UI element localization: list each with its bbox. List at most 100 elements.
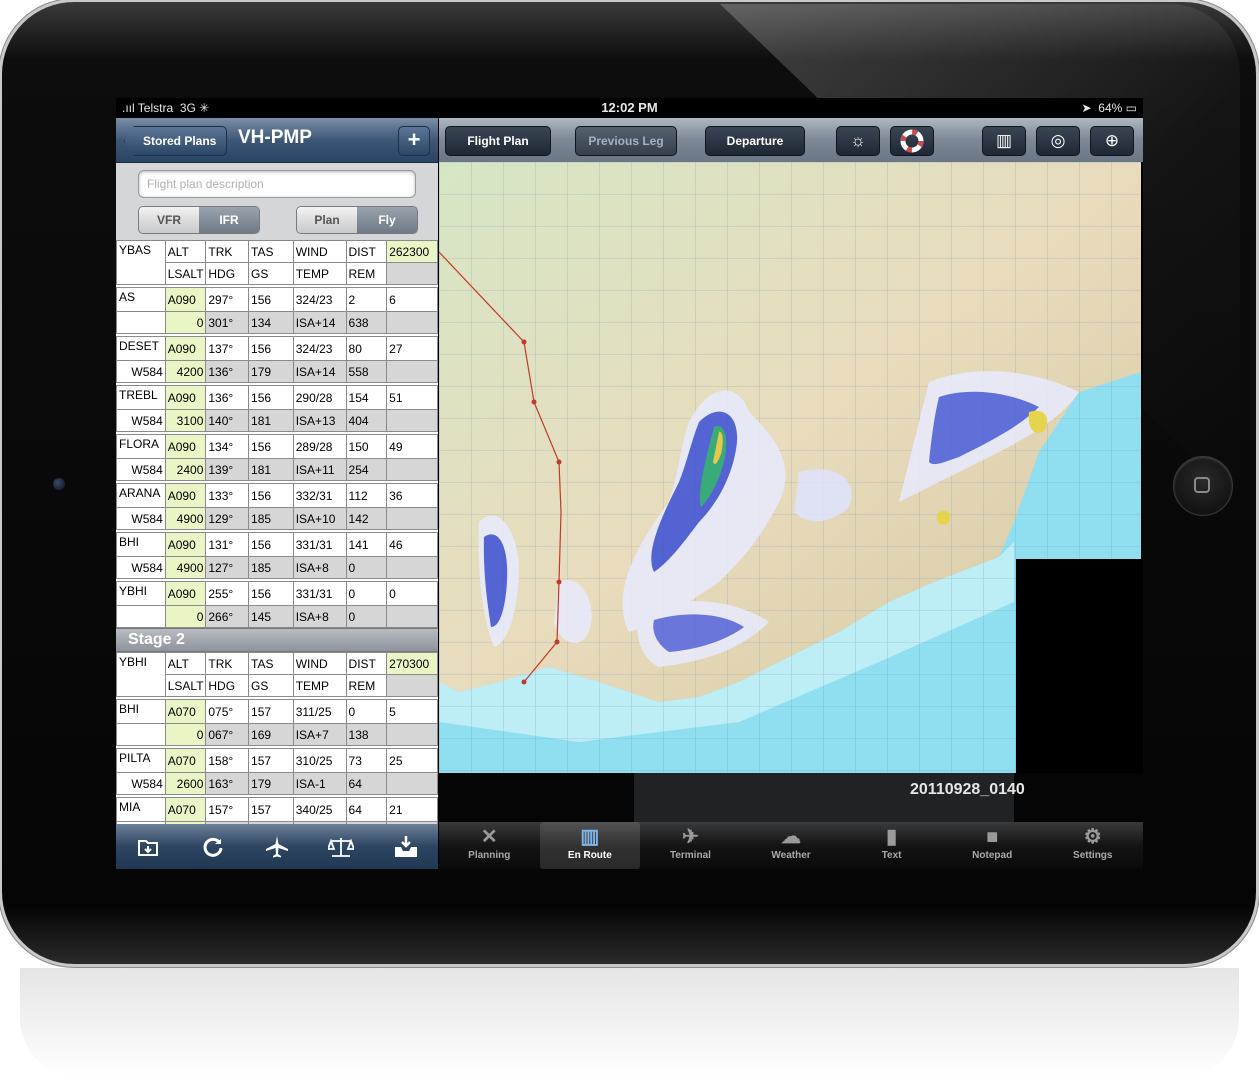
column-header: WIND <box>292 652 347 675</box>
fly-segment[interactable]: Fly <box>357 207 417 233</box>
flight-plan-description-input[interactable]: Flight plan description <box>138 170 416 198</box>
leg-value: ISA+10 <box>292 507 347 530</box>
lifebuoy-icon[interactable] <box>890 126 934 156</box>
leg-value: 331/31 <box>292 532 347 557</box>
table-row[interactable]: BHI A070 075° 157 311/25 0 5 <box>116 699 438 724</box>
leg-value: 64 <box>345 797 388 822</box>
map-canvas[interactable] <box>439 162 1143 822</box>
leg-value: 6 <box>386 287 438 312</box>
tab-settings[interactable]: ⚙ Settings <box>1042 822 1143 869</box>
airway-route: W584 <box>116 458 166 481</box>
en-route-map[interactable]: 20110928_0140 <box>439 162 1143 822</box>
column-header: TAS <box>248 240 294 263</box>
table-row[interactable]: W584 3100 140° 181 ISA+13 404 <box>116 409 438 432</box>
radar-timestamp: 20110928_0140 <box>910 781 1025 798</box>
uncovered-region-right <box>1016 559 1143 773</box>
waypoint-name[interactable]: MIA <box>116 797 166 822</box>
tab-weather[interactable]: ☁ Weather <box>741 822 842 869</box>
table-row[interactable]: 0 301° 134 ISA+14 638 <box>116 311 438 334</box>
waypoint-name[interactable]: AS <box>116 287 166 312</box>
refresh-icon[interactable] <box>193 830 233 864</box>
flight-plan-table-area[interactable]: YBAS ALT TRK TAS WIND DIST 262300 LSALT HDG GS TEM… <box>116 240 438 824</box>
tab-text[interactable]: ▮ Text <box>841 822 942 869</box>
leg-value: ISA+8 <box>292 605 347 628</box>
airplane-icon[interactable] <box>257 830 297 864</box>
waypoint-name[interactable]: BHI <box>116 532 166 557</box>
leg-value: 169 <box>248 723 294 746</box>
leg-value: 311/25 <box>292 699 347 724</box>
leg-value <box>386 556 438 579</box>
waypoint-name[interactable]: TREBL <box>116 385 166 410</box>
ifr-segment[interactable]: IFR <box>199 207 259 233</box>
leg-value: 141 <box>345 532 388 557</box>
waypoint-name[interactable]: BHI <box>116 699 166 724</box>
stored-plans-button[interactable]: Stored Plans <box>124 126 228 156</box>
status-time: 12:02 PM <box>601 100 658 115</box>
leg-value: 138 <box>345 723 388 746</box>
table-row[interactable]: W584 4200 136° 179 ISA+14 558 <box>116 360 438 383</box>
column-header: TRK <box>205 652 250 675</box>
previous-leg-button[interactable]: Previous Leg <box>575 126 677 156</box>
waypoint-name[interactable]: DESET <box>116 336 166 361</box>
tab-planning[interactable]: ✕ Planning <box>439 822 540 869</box>
home-button[interactable] <box>1173 456 1233 516</box>
leg-value: A070 <box>164 699 207 724</box>
mode-segmented-control[interactable]: Plan Fly <box>296 206 418 234</box>
leg-value: A090 <box>164 287 207 312</box>
leg-value: 0 <box>386 581 438 606</box>
waypoint-name[interactable]: ARANA <box>116 483 166 508</box>
leg-value: 331/31 <box>292 581 347 606</box>
leg-value: 289/28 <box>292 434 347 459</box>
leg-value: 0 <box>345 605 388 628</box>
tab-en-route[interactable]: ▥ En Route <box>539 822 641 869</box>
leg-value: ISA+13 <box>292 409 347 432</box>
map-icon[interactable]: ▥ <box>982 126 1026 156</box>
leg-value: 140° <box>205 409 250 432</box>
leg-value: 127° <box>205 556 250 579</box>
column-header: REM <box>345 262 388 285</box>
flight-plan-button[interactable]: Flight Plan <box>445 126 551 156</box>
table-row[interactable]: PILTA A070 158° 157 310/25 73 25 <box>116 748 438 773</box>
left-navigation-bar: Stored Plans VH-PMP + <box>116 118 438 163</box>
table-row[interactable]: MIA A070 157° 157 340/25 64 21 <box>116 797 438 822</box>
radar-icon[interactable]: ◎ <box>1036 126 1080 156</box>
brightness-icon[interactable]: ☼ <box>836 126 880 156</box>
table-row[interactable]: W584 4900 129° 185 ISA+10 142 <box>116 507 438 530</box>
crosshair-icon[interactable]: ⊕ <box>1090 126 1134 156</box>
vfr-segment[interactable]: VFR <box>139 207 199 233</box>
scales-icon[interactable] <box>321 830 361 864</box>
table-row[interactable]: BHI A090 131° 156 331/31 141 46 <box>116 532 438 557</box>
leg-value: 310/25 <box>292 748 347 773</box>
leg-value: 185 <box>248 556 294 579</box>
inbox-download-icon[interactable] <box>386 830 426 864</box>
add-button[interactable]: + <box>398 126 430 156</box>
rules-segmented-control[interactable]: VFR IFR <box>138 206 260 234</box>
table-row[interactable]: W584 4900 127° 185 ISA+8 0 <box>116 556 438 579</box>
table-row[interactable]: 0 266° 145 ISA+8 0 <box>116 605 438 628</box>
waypoint-name[interactable]: PILTA <box>116 748 166 773</box>
table-row[interactable]: ARANA A090 133° 156 332/31 112 36 <box>116 483 438 508</box>
leg-value: 21 <box>386 797 438 822</box>
left-toolbar <box>116 824 438 869</box>
column-header: 270300 <box>386 652 438 675</box>
table-row[interactable]: W584 2400 139° 181 ISA+11 254 <box>116 458 438 481</box>
table-row[interactable]: W584 2600 163° 179 ISA-1 64 <box>116 772 438 795</box>
tab-terminal[interactable]: ✈ Terminal <box>640 822 741 869</box>
table-row[interactable]: FLORA A090 134° 156 289/28 150 49 <box>116 434 438 459</box>
column-header: 262300 <box>386 240 438 263</box>
table-row[interactable]: 0 067° 169 ISA+7 138 <box>116 723 438 746</box>
folder-icon[interactable] <box>128 830 168 864</box>
tab-notepad[interactable]: ■ Notepad <box>942 822 1043 869</box>
leg-value: 181 <box>248 409 294 432</box>
waypoint-name[interactable]: YBHI <box>116 581 166 606</box>
leg-value: 139° <box>205 458 250 481</box>
waypoint-name[interactable]: FLORA <box>116 434 166 459</box>
table-row[interactable]: AS A090 297° 156 324/23 2 6 <box>116 287 438 312</box>
departure-button[interactable]: Departure <box>705 126 805 156</box>
table-row[interactable]: TREBL A090 136° 156 290/28 154 51 <box>116 385 438 410</box>
plan-segment[interactable]: Plan <box>297 207 357 233</box>
table-row[interactable]: YBHI A090 255° 156 331/31 0 0 <box>116 581 438 606</box>
leg-value: ISA-1 <box>292 772 347 795</box>
leg-value: ISA+14 <box>292 360 347 383</box>
table-row[interactable]: DESET A090 137° 156 324/23 80 27 <box>116 336 438 361</box>
